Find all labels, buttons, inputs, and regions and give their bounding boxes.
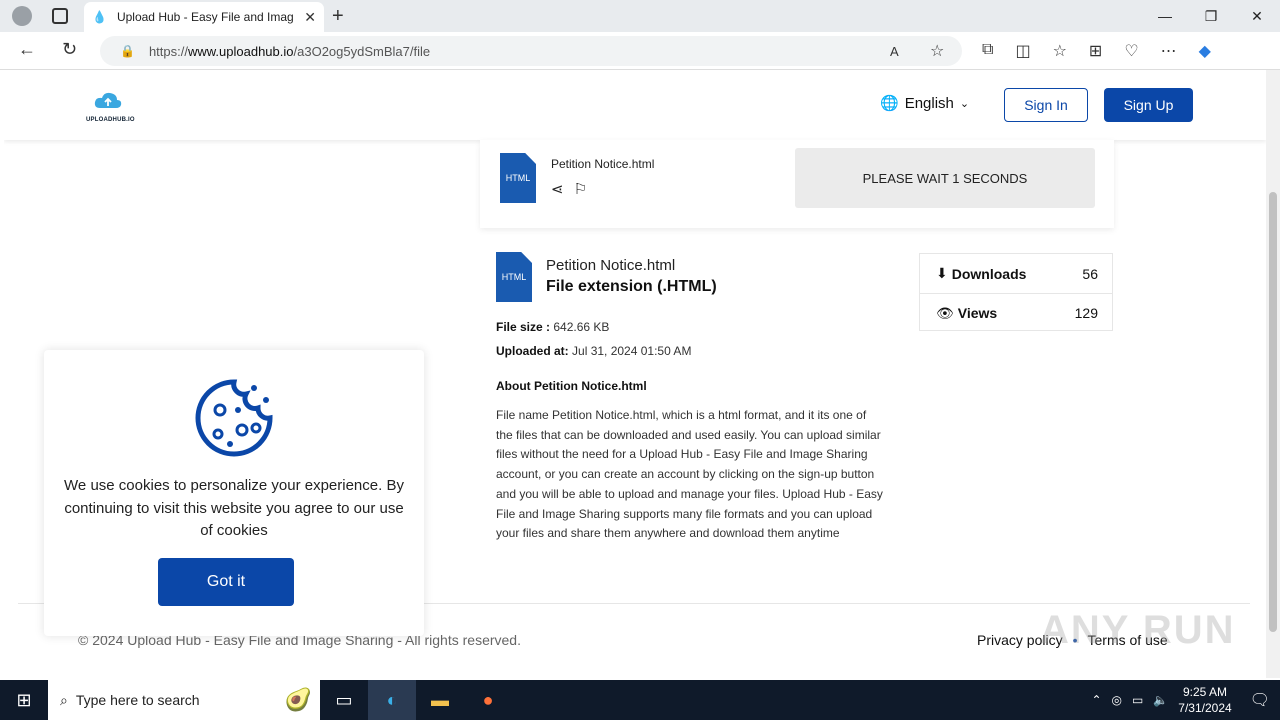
window-controls: — ❐ ✕ [1142,0,1280,32]
read-aloud-icon[interactable]: A [890,44,899,59]
report-flag-icon[interactable]: ⚐ [574,180,587,198]
volume-icon[interactable]: 🔈 [1153,693,1168,707]
copilot-icon[interactable]: ◆ [1199,41,1211,61]
firefox-icon[interactable]: ● [464,680,512,720]
chevron-down-icon: ⌄ [959,97,970,110]
html-file-icon: HTML [500,153,536,203]
new-tab-icon[interactable]: + [332,5,344,28]
cookie-icon [195,379,273,457]
tab-favicon-icon: 💧 [92,10,107,24]
file-size-label: File size : [496,320,551,334]
download-file-name: Petition Notice.html [551,157,655,171]
web-page: UPLOADHUB.IO 🌐 English ⌄ Sign In Sign Up… [4,70,1266,678]
about-title: About Petition Notice.html [496,379,647,393]
scrollbar-thumb[interactable] [1269,192,1277,632]
meet-now-icon[interactable]: ◎ [1112,693,1122,707]
uploaded-label: Uploaded at: [496,344,569,358]
page-scrollbar[interactable] [1266,70,1280,678]
split-screen-icon[interactable]: ◫ [1015,41,1030,61]
uploaded-value: Jul 31, 2024 01:50 AM [572,344,692,358]
more-menu-icon[interactable]: ⋯ [1161,41,1177,61]
restore-icon[interactable]: ❐ [1188,0,1234,32]
favorite-star-icon[interactable]: ☆ [930,41,944,61]
got-it-button[interactable]: Got it [158,558,294,606]
cookie-message: We use cookies to personalize your exper… [64,477,404,539]
views-value: 129 [1074,305,1098,321]
download-icon: ⬇ [936,265,948,281]
search-icon: ⌕ [60,691,68,708]
cloud-upload-icon [94,92,122,108]
uploaded-at: Uploaded at: Jul 31, 2024 01:50 AM [496,344,691,358]
favorites-icon[interactable]: ☆ [1053,41,1067,61]
clock-time: 9:25 AM [1182,685,1227,699]
browser-toolbar-icons: ⧉ ◫ ☆ ⊞ ♡ ⋯ ◆ [982,41,1211,61]
minimize-icon[interactable]: — [1142,0,1188,32]
about-text: File name Petition Notice.html, which is… [496,408,883,541]
downloads-value: 56 [1082,265,1098,282]
share-icon[interactable]: ⋖ [551,180,564,198]
url-path: /a3O2og5ydSmBla7/file [293,43,431,59]
browser-tab-bar: 💧 Upload Hub - Easy File and Imag ✕ + — … [0,0,1280,32]
network-icon[interactable]: ▭ [1132,693,1143,707]
download-card: HTML Petition Notice.html ⋖ ⚐ PLEASE WAI… [480,140,1114,228]
clock-date: 7/31/2024 [1178,701,1232,715]
tray-overflow-icon[interactable]: ⌃ [1091,693,1101,707]
language-label: English [904,94,954,112]
anyrun-watermark: ANY RUN [1040,608,1236,652]
system-tray: ⌃ ◎ ▭ 🔈 9:25 AM 7/31/2024 🗨 [1091,680,1280,720]
search-placeholder: Type here to search [75,692,200,708]
file-extension: File extension (.HTML) [546,278,717,295]
downloads-stat: ⬇ Downloads 56 [920,254,1112,293]
close-tab-icon[interactable]: ✕ [304,9,316,26]
language-selector[interactable]: 🌐 English ⌄ [880,94,970,113]
cookie-consent-dialog: We use cookies to personalize your exper… [44,350,424,636]
site-header: UPLOADHUB.IO 🌐 English ⌄ Sign In Sign Up [4,70,1266,140]
extensions-icon[interactable]: ⧉ [982,41,993,61]
sign-up-button[interactable]: Sign Up [1104,88,1193,122]
file-explorer-icon[interactable]: ▬ [416,680,464,720]
browser-essentials-icon[interactable]: ♡ [1124,41,1138,61]
logo-text: UPLOADHUB.IO [86,117,135,123]
url-prefix: https:// [148,43,188,59]
windows-start-icon[interactable]: ⊞ [0,680,48,720]
download-actions: ⋖ ⚐ [551,180,587,198]
url-host: www.uploadhub.io [187,43,294,59]
profile-icon[interactable] [12,6,32,26]
file-size: File size : 642.66 KB [496,320,609,334]
views-stat: 👁 Views 129 [920,293,1112,332]
windows-taskbar: ⊞ ⌕ Type here to search 🥑 ▭ ◐ ▬ ● ⌃ ◎ ▭ … [0,680,1280,720]
edge-icon[interactable]: ◐ [368,680,416,720]
taskbar-clock[interactable]: 9:25 AM 7/31/2024 [1178,684,1231,716]
globe-icon: 🌐 [880,95,899,112]
taskbar-search[interactable]: ⌕ Type here to search 🥑 [48,680,320,720]
refresh-icon[interactable]: ↻ [62,39,77,60]
task-view-icon[interactable]: ▭ [320,680,368,720]
back-icon[interactable]: ← [18,39,36,60]
views-label: Views [957,305,998,321]
avocado-icon: 🥑 [284,687,312,712]
site-logo[interactable]: UPLOADHUB.IO [86,90,135,123]
file-name: Petition Notice.html [546,257,676,274]
lock-icon: 🔒 [120,44,135,58]
please-wait-button[interactable]: PLEASE WAIT 1 SECONDS [795,148,1095,208]
close-window-icon[interactable]: ✕ [1234,0,1280,32]
file-size-value: 642.66 KB [553,320,610,334]
tab-actions-icon[interactable] [52,8,68,24]
tab-title: Upload Hub - Easy File and Imag [116,10,294,24]
address-toolbar: ← ↻ 🔒 https://www.uploadhub.io/a3O2og5yd… [0,32,1280,70]
eye-icon: 👁 [936,304,954,321]
file-stats: ⬇ Downloads 56 👁 Views 129 [919,253,1113,331]
tab-upload-hub[interactable]: 💧 Upload Hub - Easy File and Imag ✕ [84,2,324,32]
downloads-label: Downloads [951,265,1027,282]
collections-icon[interactable]: ⊞ [1089,41,1102,61]
sign-in-button[interactable]: Sign In [1004,88,1088,122]
notifications-icon[interactable]: 🗨 [1250,690,1270,710]
url-field[interactable]: 🔒 https://www.uploadhub.io/a3O2og5ydSmBl… [100,36,962,66]
html-file-icon: HTML [496,252,532,302]
